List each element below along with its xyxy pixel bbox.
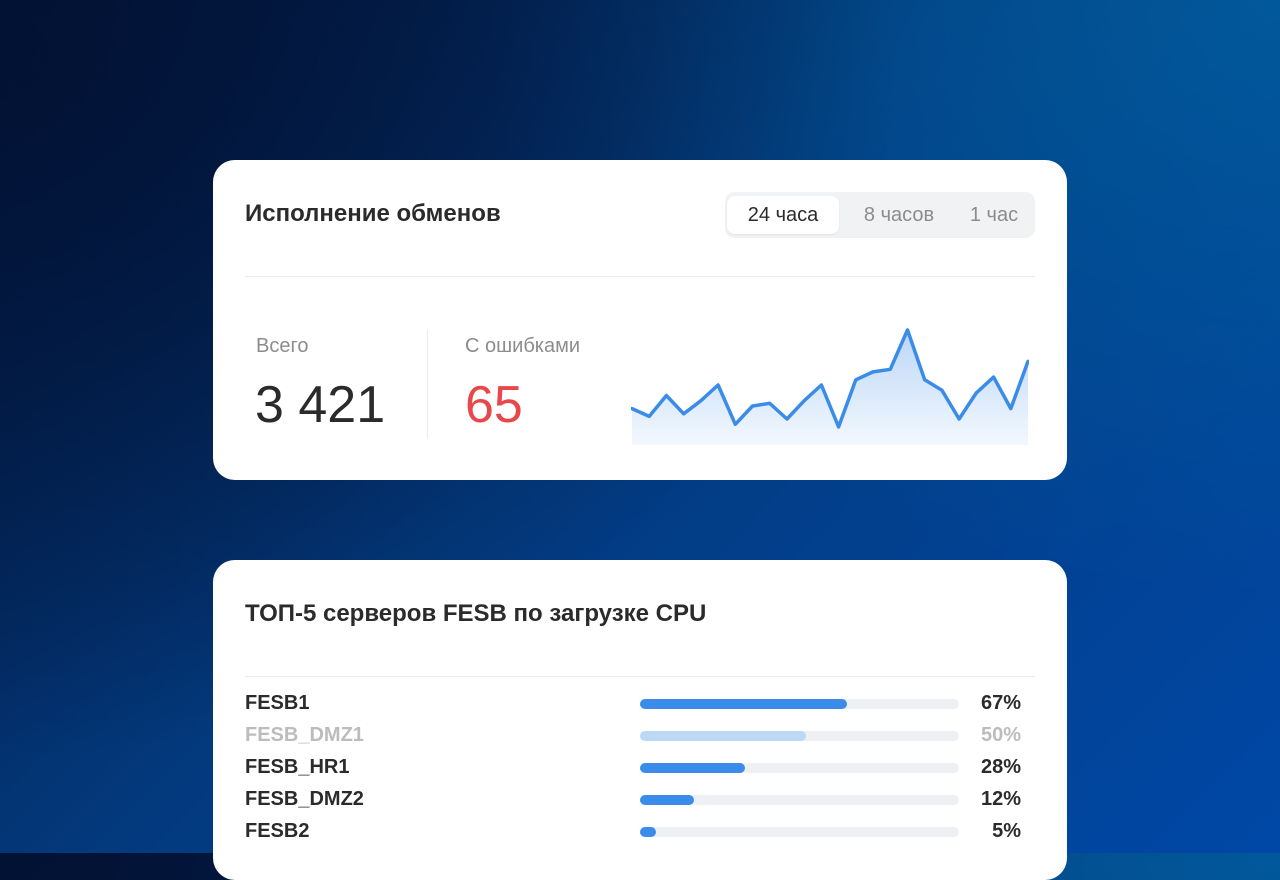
period-24h-button[interactable]: 24 часа <box>727 196 839 234</box>
cpu-bar-fill <box>640 763 745 773</box>
exchanges-card-title: Исполнение обменов <box>245 200 501 227</box>
server-name: FESB2 <box>245 820 310 842</box>
server-cpu-percent: 12% <box>980 788 1021 810</box>
period-8h-button[interactable]: 8 часов <box>849 196 949 234</box>
cpu-bar-fill <box>640 795 694 805</box>
period-1h-button[interactable]: 1 час <box>957 196 1031 234</box>
cpu-bar-fill <box>640 699 847 709</box>
errors-value: 65 <box>465 376 523 434</box>
sparkline-area <box>632 330 1028 445</box>
errors-label: С ошибками <box>465 335 581 357</box>
server-name: FESB1 <box>245 692 310 714</box>
exchanges-card-divider <box>245 276 1035 277</box>
server-name: FESB_DMZ2 <box>245 788 364 810</box>
exchanges-card: Исполнение обменов 24 часа 8 часов 1 час… <box>213 160 1067 480</box>
server-name: FESB_DMZ1 <box>245 724 364 746</box>
cpu-bar-track <box>640 763 959 773</box>
server-cpu-percent: 28% <box>980 756 1021 778</box>
server-name: FESB_HR1 <box>245 756 350 778</box>
cpu-bar-track <box>640 731 959 741</box>
servers-card-divider <box>245 676 1035 677</box>
total-label: Всего <box>256 335 309 357</box>
exchanges-sparkline <box>631 328 1029 445</box>
cpu-bar-fill <box>640 827 656 837</box>
server-cpu-percent: 67% <box>980 692 1021 714</box>
total-value: 3 421 <box>255 376 386 434</box>
server-cpu-percent: 5% <box>992 820 1021 842</box>
server-cpu-percent: 50% <box>980 724 1021 746</box>
cpu-bar-track <box>640 827 959 837</box>
cpu-bar-track <box>640 699 959 709</box>
servers-card-title: ТОП-5 серверов FESB по загрузке CPU <box>245 600 707 627</box>
period-switch: 24 часа 8 часов 1 час <box>725 192 1035 238</box>
cpu-bar-track <box>640 795 959 805</box>
servers-card: ТОП-5 серверов FESB по загрузке CPU FESB… <box>213 560 1067 880</box>
stats-separator <box>427 330 428 438</box>
cpu-bar-fill <box>640 731 806 741</box>
